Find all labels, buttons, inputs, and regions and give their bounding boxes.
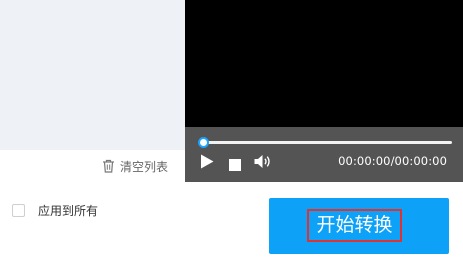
trash-icon: [102, 159, 115, 173]
time-display: 00:00:00/00:00:00: [338, 154, 447, 168]
apply-to-all-option[interactable]: 应用到所有: [12, 202, 98, 219]
progress-handle[interactable]: [198, 137, 209, 148]
apply-to-all-label: 应用到所有: [38, 204, 99, 218]
apply-to-all-checkbox[interactable]: [12, 204, 25, 217]
file-list-panel[interactable]: [0, 0, 185, 150]
clear-list-label: 清空列表: [120, 159, 169, 174]
player-controls: 00:00:00/00:00:00: [185, 127, 463, 182]
start-convert-label: 开始转换: [307, 209, 402, 242]
stop-icon[interactable]: [229, 156, 241, 175]
video-preview: [185, 0, 463, 127]
clear-list-button[interactable]: 清空列表: [102, 157, 168, 175]
start-convert-button[interactable]: 开始转换: [269, 198, 449, 254]
progress-bar[interactable]: [203, 141, 452, 144]
volume-icon[interactable]: [254, 154, 272, 173]
play-icon[interactable]: [200, 154, 214, 173]
